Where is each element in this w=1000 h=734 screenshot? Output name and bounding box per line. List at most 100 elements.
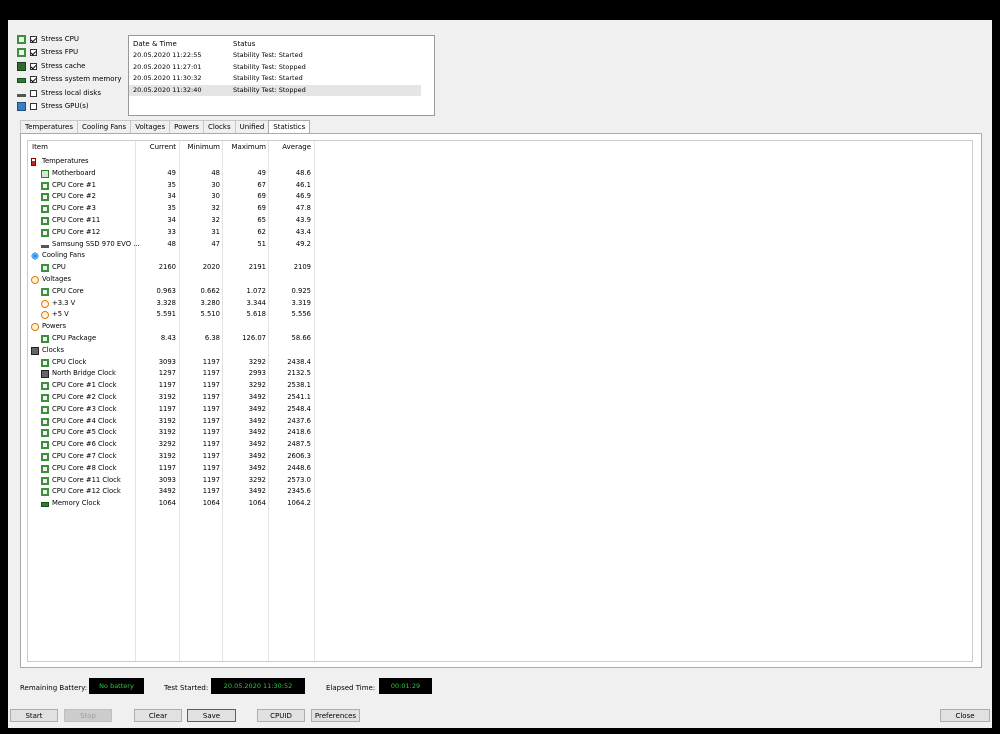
log-row[interactable]: 20.05.2020 11:27:01 Stability Test: Stopp… — [129, 62, 421, 73]
average-value: 49.2 — [295, 239, 311, 248]
stop-button[interactable]: Stop — [64, 709, 112, 722]
grid-data-row[interactable]: CPU Core 0.963 0.662 1.072 0.925 — [28, 286, 972, 298]
col-header-current[interactable]: Current — [135, 143, 176, 151]
grid-data-row[interactable]: CPU Core #12 33 31 62 43.4 — [28, 227, 972, 239]
minimum-value: 1197 — [202, 357, 220, 366]
stress-option[interactable]: Stress GPU(s) — [17, 100, 89, 112]
stress-checkbox[interactable] — [30, 75, 37, 83]
stress-checkbox[interactable] — [30, 62, 37, 70]
save-button[interactable]: Save — [187, 709, 236, 722]
stress-option[interactable]: Stress system memory — [17, 73, 122, 85]
clear-button[interactable]: Clear — [134, 709, 182, 722]
close-button[interactable]: Close — [940, 709, 990, 722]
voltage-icon — [41, 299, 49, 308]
tab-cooling-fans[interactable]: Cooling Fans — [77, 120, 132, 133]
tab-powers[interactable]: Powers — [169, 120, 204, 133]
grid-data-row[interactable]: CPU Core #2 34 30 69 46.9 — [28, 191, 972, 203]
grid-data-row[interactable]: CPU Core #11 34 32 65 43.9 — [28, 215, 972, 227]
grid-data-row[interactable]: CPU 2160 2020 2191 2109 — [28, 262, 972, 274]
preferences-button[interactable]: Preferences — [311, 709, 360, 722]
average-value: 2132.5 — [287, 369, 311, 378]
maximum-value: 69 — [257, 204, 266, 213]
log-header-status[interactable]: Status — [233, 40, 255, 48]
stress-option[interactable]: Stress cache — [17, 60, 85, 72]
log-row[interactable]: 20.05.2020 11:32:40 Stability Test: Stopp… — [129, 84, 421, 96]
cpu-core-icon — [41, 181, 49, 190]
memory-icon — [41, 502, 49, 508]
log-row[interactable]: 20.05.2020 11:30:32 Stability Test: Start… — [129, 73, 421, 84]
col-header-maximum[interactable]: Maximum — [222, 143, 267, 151]
cpu-core-icon — [41, 441, 49, 450]
stress-option[interactable]: Stress CPU — [17, 33, 79, 45]
grid-data-row[interactable]: North Bridge Clock 1297 1197 2993 2132.5 — [28, 368, 972, 380]
stress-option-label: Stress FPU — [41, 48, 79, 56]
sensor-tabs: Temperatures Cooling Fans Voltages Powers Cl… — [20, 120, 311, 134]
grid-data-row[interactable]: CPU Core #3 35 32 69 47.8 — [28, 203, 972, 215]
cpu-core-icon — [41, 264, 49, 273]
col-header-average[interactable]: Average — [268, 143, 311, 151]
grid-group-row[interactable]: Cooling Fans — [28, 250, 972, 262]
grid-group-row[interactable]: Voltages — [28, 274, 972, 286]
fan-icon — [31, 252, 39, 261]
current-value: 1197 — [158, 381, 176, 390]
log-header-datetime[interactable]: Date & Time — [133, 40, 177, 48]
grid-data-row[interactable]: Motherboard 49 48 49 48.6 — [28, 168, 972, 180]
stress-option[interactable]: Stress FPU — [17, 46, 78, 58]
minimum-value: 1197 — [202, 428, 220, 437]
current-value: 3292 — [158, 440, 176, 449]
grid-data-row[interactable]: CPU Core #1 Clock 1197 1197 3292 2538.1 — [28, 380, 972, 392]
tab-temperatures[interactable]: Temperatures — [20, 120, 78, 133]
grid-data-row[interactable]: CPU Core #12 Clock 3492 1197 3492 2345.6 — [28, 486, 972, 498]
average-value: 47.8 — [295, 204, 311, 213]
current-value: 48 — [167, 239, 176, 248]
grid-data-row[interactable]: CPU Core #3 Clock 1197 1197 3492 2548.4 — [28, 404, 972, 416]
sensor-group-name: Powers — [42, 322, 67, 331]
tab-voltages[interactable]: Voltages — [130, 120, 171, 133]
grid-data-row[interactable]: CPU Core #4 Clock 3192 1197 3492 2437.6 — [28, 416, 972, 428]
tab-unified[interactable]: Unified — [234, 120, 270, 133]
grid-data-row[interactable]: CPU Core #8 Clock 1197 1197 3492 2448.6 — [28, 463, 972, 475]
start-button[interactable]: Start — [10, 709, 58, 722]
average-value: 2109 — [293, 263, 311, 272]
current-value: 3093 — [158, 475, 176, 484]
grid-group-row[interactable]: Clocks — [28, 345, 972, 357]
stress-option[interactable]: Stress local disks — [17, 87, 101, 99]
stress-checkbox[interactable] — [30, 35, 37, 43]
grid-data-row[interactable]: +5 V 5.591 5.510 5.618 5.556 — [28, 309, 972, 321]
grid-data-row[interactable]: CPU Core #11 Clock 3093 1197 3292 2573.0 — [28, 475, 972, 487]
test-started-label: Test Started: — [164, 684, 209, 692]
log-datetime: 20.05.2020 11:27:01 — [133, 62, 202, 71]
statistics-grid[interactable]: Item Current Minimum Maximum Average Tem… — [27, 140, 973, 662]
stress-option-label: Stress system memory — [41, 75, 122, 83]
grid-data-row[interactable]: +3.3 V 3.328 3.280 3.344 3.319 — [28, 298, 972, 310]
grid-data-row[interactable]: Samsung SSD 970 EVO ... 48 47 51 49.2 — [28, 239, 972, 251]
cpu-core-icon — [41, 405, 49, 414]
current-value: 3093 — [158, 357, 176, 366]
log-row[interactable]: 20.05.2020 11:22:55 Stability Test: Start… — [129, 50, 421, 61]
event-log[interactable]: Date & Time Status 20.05.2020 11:22:55 St… — [128, 35, 435, 116]
maximum-value: 3292 — [248, 475, 266, 484]
maximum-value: 1.072 — [246, 286, 266, 295]
tab-statistics[interactable]: Statistics — [268, 120, 311, 134]
sensor-group-name: Voltages — [42, 275, 72, 283]
grid-data-row[interactable]: CPU Package 8.43 6.38 126.07 58.66 — [28, 333, 972, 345]
col-header-minimum[interactable]: Minimum — [179, 143, 220, 151]
grid-data-row[interactable]: Memory Clock 1064 1064 1064 1064.2 — [28, 498, 972, 510]
grid-group-row[interactable]: Powers — [28, 321, 972, 333]
stress-checkbox[interactable] — [30, 102, 37, 110]
grid-group-row[interactable]: Temperatures — [28, 156, 972, 168]
grid-data-row[interactable]: CPU Core #7 Clock 3192 1197 3492 2606.3 — [28, 451, 972, 463]
grid-data-row[interactable]: CPU Core #2 Clock 3192 1197 3492 2541.1 — [28, 392, 972, 404]
cpuid-button[interactable]: CPUID — [257, 709, 305, 722]
grid-data-row[interactable]: CPU Core #6 Clock 3292 1197 3492 2487.5 — [28, 439, 972, 451]
grid-data-row[interactable]: CPU Core #5 Clock 3192 1197 3492 2418.6 — [28, 427, 972, 439]
stress-checkbox[interactable] — [30, 48, 37, 56]
grid-data-row[interactable]: CPU Clock 3093 1197 3292 2438.4 — [28, 357, 972, 369]
grid-data-row[interactable]: CPU Core #1 35 30 67 46.1 — [28, 180, 972, 192]
tab-clocks[interactable]: Clocks — [202, 120, 236, 133]
average-value: 3.319 — [291, 298, 311, 307]
stress-checkbox[interactable] — [30, 89, 37, 97]
test-started-display: 20.05.2020 11:30:52 — [211, 678, 305, 694]
current-value: 3192 — [158, 416, 176, 425]
col-header-item[interactable]: Item — [32, 143, 48, 151]
